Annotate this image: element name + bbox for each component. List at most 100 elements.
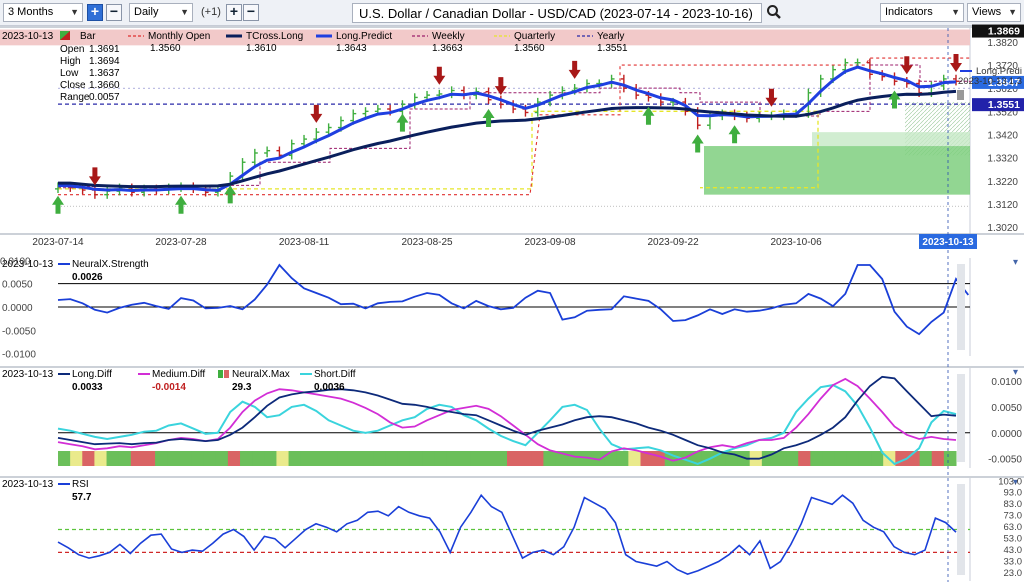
legend-diff-3: Short.Diff [314, 369, 356, 380]
date-tick: 2023-07-28 [155, 237, 207, 248]
neuralx-max-bar [373, 451, 387, 466]
side-series-label: Long.Predi [976, 66, 1022, 77]
date-label: 2023-10-13 [2, 479, 54, 490]
neuralx-max-bar [786, 451, 799, 466]
ohlc-value: 1.3637 [89, 68, 120, 79]
legend-value: -0.0014 [152, 382, 186, 393]
rsi-tick: 83.0 [1004, 499, 1023, 510]
side-date-label: 2023-10-13 [958, 76, 1007, 87]
rsi-tick: 23.0 [1004, 568, 1023, 579]
neuralx-max-bar [567, 451, 581, 466]
neuralx-max-bar [324, 451, 338, 466]
legend-value: 0.0026 [72, 272, 103, 283]
chart-canvas[interactable]: ▾▾▾▾ BarMonthly OpenTCross.LongLong.Pred… [0, 0, 1024, 582]
date-tick: 2023-07-14 [32, 237, 84, 248]
neuralx-max-bar [507, 451, 520, 466]
diff-tick: 0.0100 [991, 377, 1022, 388]
neuralx-max-bar [931, 451, 945, 466]
price-tag-high: 1.3869 [988, 26, 1020, 38]
neuralx-max-bar [203, 451, 217, 466]
date-tick: 2023-09-08 [524, 237, 576, 248]
price-tick: 1.3420 [987, 130, 1018, 141]
legend-value: 1.3560 [150, 43, 181, 54]
legend-value: 1.3663 [432, 43, 463, 54]
neuralx-max-bar [822, 451, 836, 466]
neuralx-max-bar [191, 451, 205, 466]
legend-value: 0.0033 [72, 382, 103, 393]
neuralx-max-bar [142, 451, 156, 466]
date-axis-background [0, 234, 1024, 258]
neuralx-max-bar [118, 451, 132, 466]
legend-bar: Bar [80, 31, 96, 42]
legend-value: 1.3560 [514, 43, 545, 54]
neuralx-max-bar [858, 451, 872, 466]
ohlc-label: High [60, 56, 81, 67]
neuralx-max-bar [179, 451, 192, 466]
legend-monthly: Monthly Open [148, 31, 210, 42]
neuralx-max-bar [227, 451, 241, 466]
neuralx-max-bar [130, 451, 144, 466]
date-tick: 2023-09-22 [647, 237, 699, 248]
legend-weekly: Weekly [432, 31, 465, 42]
legend-neuralx-strength: NeuralX.Strength [72, 259, 149, 270]
neuralx-max-bar [337, 451, 350, 466]
panel-scrollbar [957, 484, 965, 575]
price-tick: 1.3320 [987, 154, 1018, 165]
scroll-handle [957, 90, 964, 100]
ohlc-label: Open [60, 44, 84, 55]
neuralx-max-bar [106, 451, 120, 466]
neuralx-max-bar [798, 451, 811, 466]
legend-value: 1.3551 [597, 43, 628, 54]
neuralx-max-bar [494, 451, 508, 466]
neuralx-max-bar [470, 451, 484, 466]
support-zone-light [812, 132, 970, 147]
neuralx-max-bar [628, 451, 641, 466]
neuralx-max-bar [276, 451, 290, 466]
ohlc-value: 0.0057 [89, 92, 120, 103]
rsi-tick: 103.0 [998, 476, 1022, 487]
neuralx-max-bar [409, 451, 423, 466]
legend-swatch [218, 370, 223, 378]
panel-scrollbar [957, 374, 965, 462]
neuralx-max-bar [943, 451, 957, 466]
price-tick: 1.3020 [987, 223, 1018, 234]
neuralx-max-bar [385, 451, 399, 466]
price-tick: 1.3120 [987, 200, 1018, 211]
rsi-tick: 43.0 [1004, 545, 1023, 556]
date-tick: 2023-08-25 [401, 237, 453, 248]
price-tag-yearly: 1.3551 [988, 99, 1020, 111]
legend-diff-0: Long.Diff [72, 369, 112, 380]
resistance-zone [0, 29, 970, 46]
ohlc-label: Range [60, 92, 90, 103]
neuralx-max-bar [616, 451, 629, 466]
neuralx-max-bar [167, 451, 180, 466]
ohlc-label: Low [60, 68, 79, 79]
diff-tick: -0.0050 [988, 455, 1022, 466]
neuralx-max-bar [94, 451, 108, 466]
ohlc-value: 1.3660 [89, 80, 120, 91]
date-tick: 2023-10-06 [771, 237, 823, 248]
neuralx-max-bar [252, 451, 265, 466]
rsi-tick: 73.0 [1004, 511, 1023, 522]
legend-value: 0.0036 [314, 382, 345, 393]
neuralx-max-bar [312, 451, 326, 466]
rsi-tick: 33.0 [1004, 556, 1023, 567]
neuralx-max-bar [519, 451, 532, 466]
neuralx-max-bar [82, 451, 95, 466]
neuralx-max-bar [846, 451, 860, 466]
date-tick: 2023-08-11 [279, 237, 330, 248]
neuralx-max-bar [215, 451, 229, 466]
panel-collapse-icon: ▾ [1013, 257, 1018, 268]
ohlc-value: 1.3694 [89, 56, 120, 67]
neuralx-max-bar [652, 451, 666, 466]
neuralx-max-bar [458, 451, 472, 466]
neuralx-max-bar [482, 451, 496, 466]
legend-rsi: RSI [72, 479, 89, 490]
neuralx-max-bar [543, 451, 557, 466]
price-tick: 1.3220 [987, 177, 1018, 188]
neuralx-max-bar [834, 451, 848, 466]
diff-tick: 0.0050 [991, 403, 1022, 414]
neuralx-max-bar [531, 451, 544, 466]
ohlc-label: Close [60, 80, 86, 91]
neuralx-max-bar [349, 451, 362, 466]
